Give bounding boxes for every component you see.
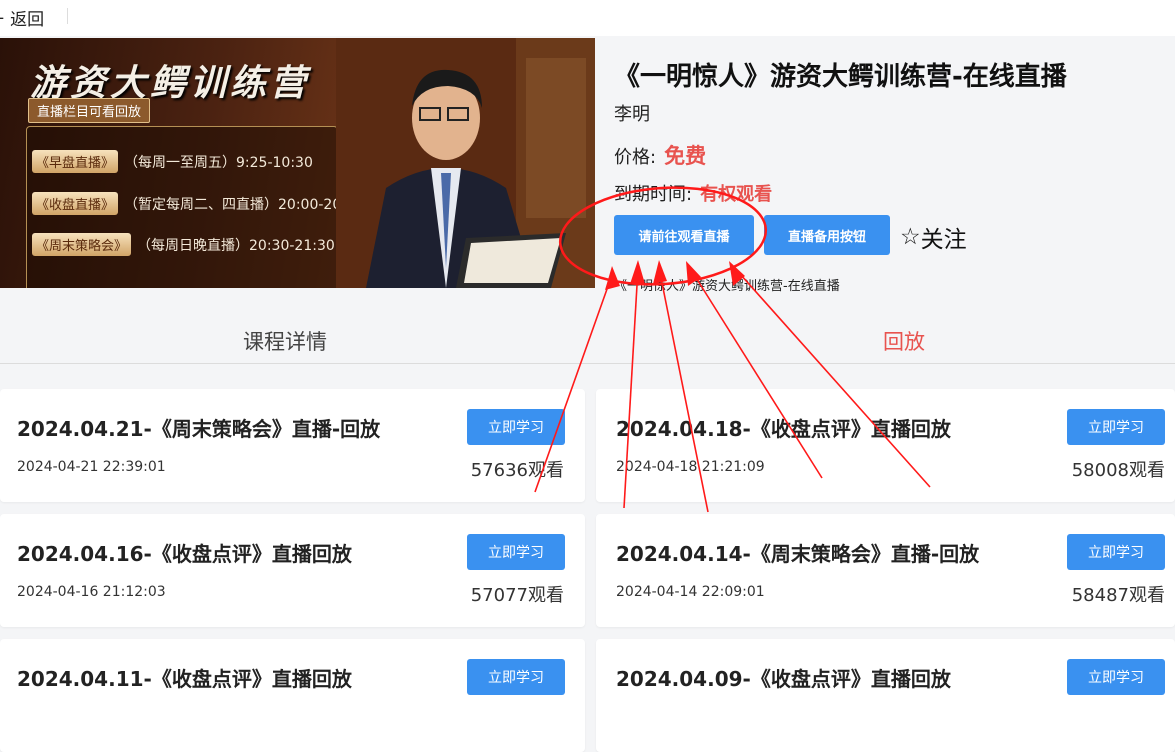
course-tabs: 课程详情 回放 [0,300,1175,364]
banner-schedule-time: （每周一至周五）9:25-10:30 [124,154,313,171]
study-now-button[interactable]: 立即学习 [1067,534,1165,570]
study-now-button[interactable]: 立即学习 [467,409,565,445]
replay-card[interactable]: 2024.04.09-《收盘点评》直播回放 立即学习 [596,639,1175,752]
replay-title: 2024.04.21-《周末策略会》直播-回放 [17,417,381,441]
replay-date: 2024-04-16 21:12:03 [17,584,166,600]
price-value: 免费 [664,144,707,168]
replay-card[interactable]: 2024.04.16-《收盘点评》直播回放 2024-04-16 21:12:0… [0,514,585,627]
replay-card[interactable]: 2024.04.18-《收盘点评》直播回放 2024-04-18 21:21:0… [596,389,1175,502]
course-crumb: 《一明惊人》游资大鳄训练营-在线直播 [614,279,840,294]
price-row: 价格: 免费 [614,140,706,170]
replay-title: 2024.04.09-《收盘点评》直播回放 [616,667,951,691]
banner-schedule-line: 《早盘直播》 （每周一至周五）9:25-10:30 [32,150,313,173]
follow-label: 关注 [920,227,967,253]
replay-title: 2024.04.14-《周末策略会》直播-回放 [616,542,980,566]
follow-button[interactable]: ☆ 关注 [900,220,967,254]
banner-schedule-tag: 《周末策略会》 [32,233,132,256]
replay-date: 2024-04-14 22:09:01 [616,584,765,600]
replay-card[interactable]: 2024.04.11-《收盘点评》直播回放 立即学习 [0,639,585,752]
live-backup-button[interactable]: 直播备用按钮 [764,215,890,255]
banner-schedule-time: （暂定每周二、四直播）20:00-20:30 [124,196,364,213]
back-dash: - [0,8,4,28]
replay-title: 2024.04.18-《收盘点评》直播回放 [616,417,951,441]
price-label: 价格: [614,147,657,168]
banner-subtitle: 直播栏目可看回放 [28,98,151,123]
top-bar: - 返回 [0,0,1175,36]
replay-title: 2024.04.11-《收盘点评》直播回放 [17,667,352,691]
back-label: 返回 [10,10,45,30]
study-now-button[interactable]: 立即学习 [1067,409,1165,445]
replay-card[interactable]: 2024.04.21-《周末策略会》直播-回放 2024-04-21 22:39… [0,389,585,502]
replay-date: 2024-04-21 22:39:01 [17,459,166,475]
course-title: 《一明惊人》游资大鳄训练营-在线直播 [614,62,1067,92]
study-now-button[interactable]: 立即学习 [467,534,565,570]
expire-value: 有权观看 [700,184,773,205]
tab-course-detail[interactable]: 课程详情 [243,326,327,356]
replay-views: 57077观看 [470,585,564,606]
replay-views: 58487观看 [1071,585,1165,606]
course-banner: 游资大鳄训练营 直播栏目可看回放 《早盘直播》 （每周一至周五）9:25-10:… [0,38,595,288]
replay-date: 2024-04-18 21:21:09 [616,459,765,475]
watch-live-button[interactable]: 请前往观看直播 [614,215,754,255]
tab-replay[interactable]: 回放 [883,326,925,356]
banner-schedule-line: 《周末策略会》 （每周日晚直播）20:30-21:30 [32,233,335,256]
replay-title: 2024.04.16-《收盘点评》直播回放 [17,542,352,566]
banner-schedule-tag: 《收盘直播》 [32,192,119,215]
expire-row: 到期时间: 有权观看 [614,180,772,206]
replay-views: 58008观看 [1071,460,1165,481]
study-now-button[interactable]: 立即学习 [1067,659,1165,695]
presenter-photo [336,38,595,288]
course-teacher: 李明 [614,104,650,125]
banner-schedule-tag: 《早盘直播》 [32,150,119,173]
topbar-divider [67,8,68,24]
banner-schedule-line: 《收盘直播》 （暂定每周二、四直播）20:00-20:30 [32,192,364,215]
banner-schedule-time: （每周日晚直播）20:30-21:30 [137,237,335,254]
replay-views: 57636观看 [470,460,564,481]
back-button[interactable]: - 返回 [0,5,45,31]
expire-label: 到期时间: [614,184,693,205]
study-now-button[interactable]: 立即学习 [467,659,565,695]
replay-card[interactable]: 2024.04.14-《周末策略会》直播-回放 2024-04-14 22:09… [596,514,1175,627]
star-icon: ☆ [900,224,921,250]
